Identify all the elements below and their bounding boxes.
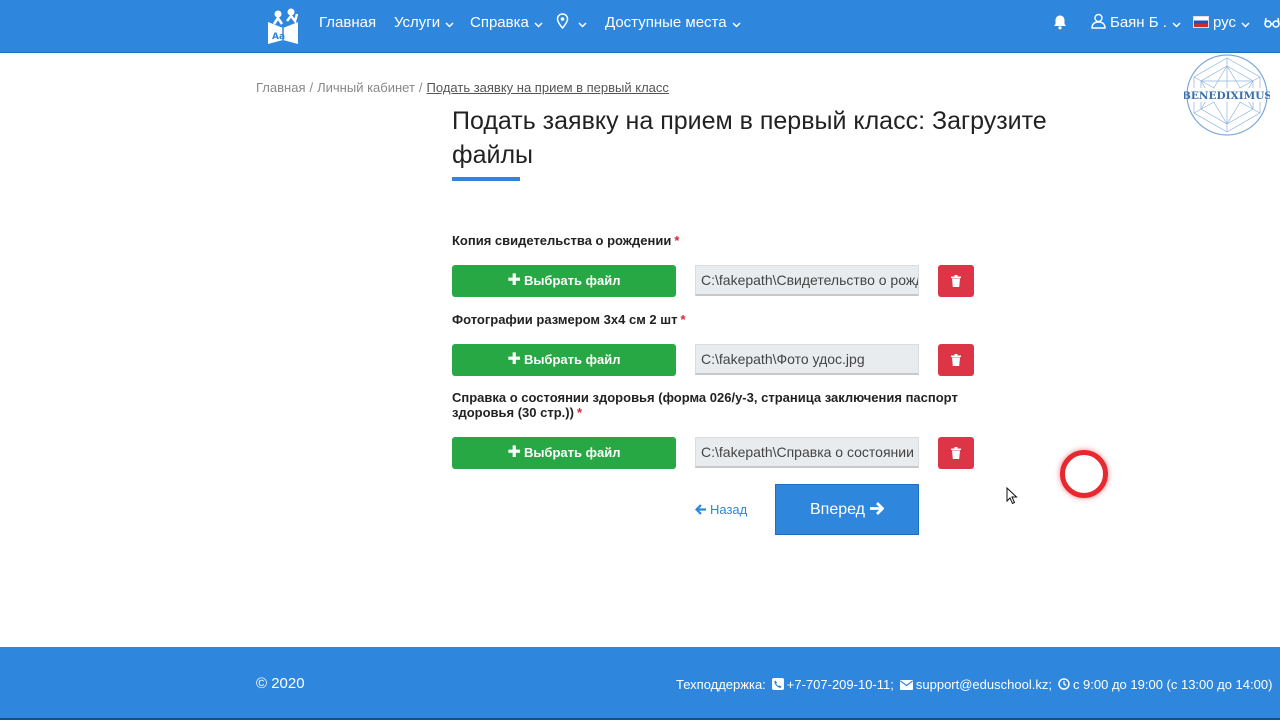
footer: © 2020 Техподдержка: +7-707-209-10-11; sup… — [0, 647, 1280, 720]
svg-text:Aa: Aa — [272, 32, 285, 42]
support-phone[interactable]: +7-707-209-10-11; — [787, 677, 894, 692]
envelope-icon — [899, 678, 913, 693]
field-label-text: Справка о состоянии здоровья (форма 026/… — [452, 390, 958, 420]
nav-places-dropdown[interactable]: Доступные места — [605, 0, 741, 45]
watermark-logo: BENEDIXIMUS — [1182, 52, 1272, 138]
required-mark: * — [680, 312, 686, 327]
plus-icon: ✚ — [507, 444, 521, 461]
file-path-birth-certificate[interactable]: C:\fakepath\Свидетельство о рождении.jpg — [695, 265, 919, 296]
choose-file-label: Выбрать файл — [523, 273, 621, 288]
back-button-label: Назад — [710, 502, 748, 517]
choose-file-label: Выбрать файл — [523, 352, 621, 367]
clock-icon — [1058, 678, 1070, 693]
support-hours: с 9:00 до 19:00 (с 13:00 до 14:00) — [1072, 677, 1273, 692]
language-dropdown[interactable]: рус — [1193, 0, 1250, 45]
chevron-down-icon — [1241, 1, 1250, 46]
breadcrumb-cabinet[interactable]: Личный кабинет — [317, 80, 415, 95]
page-title: Подать заявку на прием в первый класс: З… — [452, 107, 1047, 169]
map-marker-icon — [556, 13, 569, 31]
next-button-label: Вперед — [809, 501, 865, 518]
nav-services-dropdown[interactable]: Услуги — [394, 0, 454, 45]
field-label-text: Копия свидетельства о рождении — [452, 233, 672, 248]
field-label-text: Фотографии размером 3х4 см 2 шт — [452, 312, 678, 327]
breadcrumb-separator: / — [418, 80, 423, 95]
breadcrumb-separator: / — [309, 80, 314, 95]
nav-home-label: Главная — [319, 14, 377, 31]
user-name: Баян Б . — [1110, 14, 1167, 31]
user-icon — [1091, 13, 1110, 31]
file-path-photos[interactable]: C:\fakepath\Фото удос.jpg — [695, 344, 919, 375]
choose-file-label: Выбрать файл — [523, 445, 621, 460]
nav-home[interactable]: Главная — [319, 0, 376, 45]
file-path-health-certificate[interactable]: C:\fakepath\Справка о состоянии здоровья… — [695, 437, 919, 468]
arrow-right-icon — [865, 501, 885, 518]
click-highlight-ring — [1060, 450, 1108, 498]
nav-location-dropdown[interactable] — [556, 0, 587, 45]
field-label-birth-certificate: Копия свидетельства о рождении * — [452, 233, 982, 248]
delete-file-button-photos[interactable] — [938, 344, 974, 376]
nav-help-dropdown[interactable]: Справка — [470, 0, 543, 45]
plus-icon: ✚ — [507, 272, 521, 289]
back-button[interactable]: Назад — [694, 502, 748, 517]
arrow-left-icon — [694, 502, 710, 517]
support-label: Техподдержка: — [676, 677, 766, 692]
user-menu-dropdown[interactable]: Баян Б . — [1091, 0, 1181, 45]
plus-icon: ✚ — [507, 351, 521, 368]
notifications-bell-icon[interactable] — [1052, 0, 1068, 45]
trash-icon — [951, 447, 961, 459]
next-button[interactable]: Вперед — [775, 484, 919, 535]
site-logo[interactable]: Aa — [264, 6, 302, 46]
support-info: Техподдержка: +7-707-209-10-11; support@ed… — [676, 677, 1272, 693]
chevron-down-icon — [445, 1, 454, 46]
chevron-down-icon — [1172, 1, 1181, 46]
choose-file-button-health-certificate[interactable]: ✚ Выбрать файл — [452, 437, 676, 469]
chevron-down-icon — [732, 1, 741, 46]
field-label-photos: Фотографии размером 3х4 см 2 шт * — [452, 312, 982, 327]
watermark-text: BENEDIXIMUS — [1184, 90, 1270, 102]
required-mark: * — [576, 405, 582, 420]
breadcrumb: Главная / Личный кабинет / Подать заявку на … — [256, 80, 669, 95]
trash-icon — [951, 275, 961, 287]
top-navbar: Aa Главная Услуги Справка Доступные мест… — [0, 0, 1280, 53]
mouse-pointer-icon — [1006, 486, 1018, 510]
choose-file-button-photos[interactable]: ✚ Выбрать файл — [452, 344, 676, 376]
accessibility-glasses-icon[interactable] — [1264, 0, 1280, 45]
delete-file-button-health-certificate[interactable] — [938, 437, 974, 469]
language-label: рус — [1213, 14, 1237, 31]
required-mark: * — [674, 233, 680, 248]
chevron-down-icon — [534, 1, 543, 46]
chevron-down-icon — [578, 1, 587, 46]
title-underline — [452, 177, 520, 181]
breadcrumb-home[interactable]: Главная — [256, 80, 305, 95]
nav-places-label: Доступные места — [605, 14, 727, 31]
field-label-health-certificate: Справка о состоянии здоровья (форма 026/… — [452, 390, 982, 420]
breadcrumb-current[interactable]: Подать заявку на прием в первый класс — [427, 80, 669, 95]
nav-services-label: Услуги — [394, 14, 441, 31]
phone-icon — [771, 678, 784, 693]
trash-icon — [951, 354, 961, 366]
choose-file-button-birth-certificate[interactable]: ✚ Выбрать файл — [452, 265, 676, 297]
support-email[interactable]: support@eduschool.kz; — [916, 677, 1052, 692]
russia-flag-icon — [1193, 16, 1209, 29]
copyright-text: © 2020 — [256, 675, 305, 692]
delete-file-button-birth-certificate[interactable] — [938, 265, 974, 297]
nav-help-label: Справка — [470, 14, 529, 31]
